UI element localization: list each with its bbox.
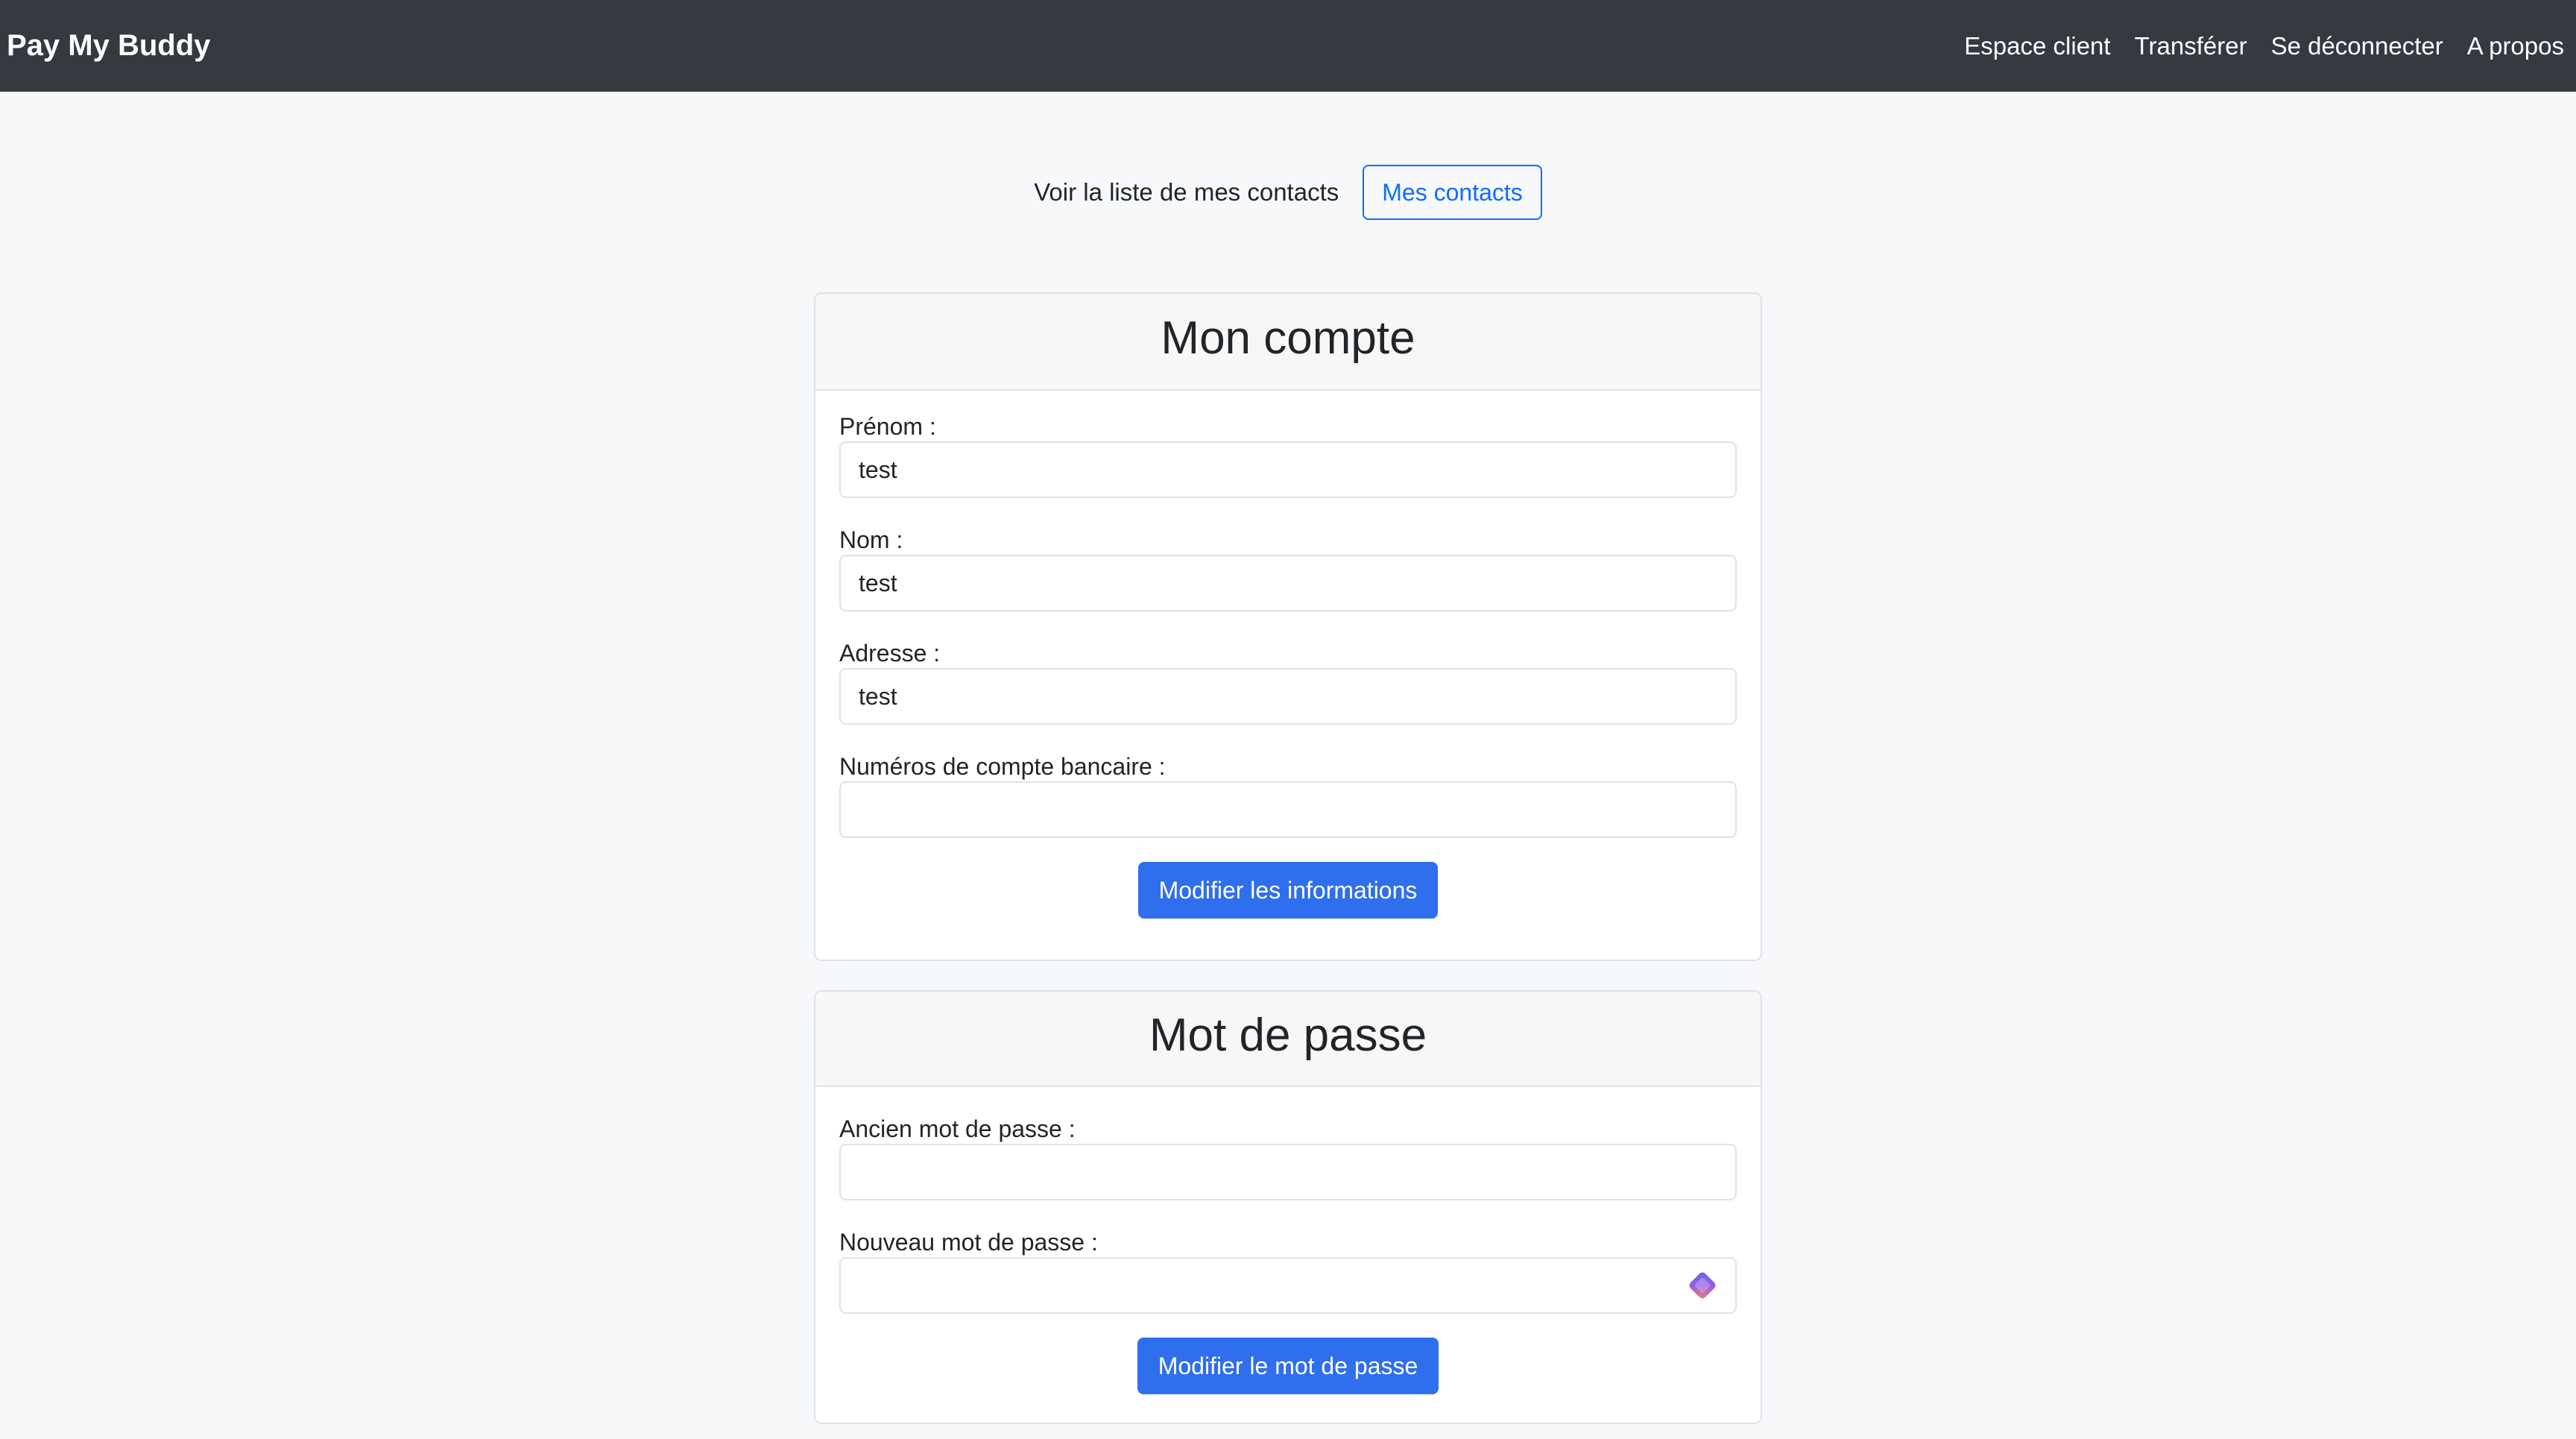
navbar: Pay My Buddy Espace client Transférer Se…: [0, 0, 2576, 92]
last-name-label: Nom :: [839, 526, 903, 553]
nav-link-a-propos[interactable]: A propos: [2467, 32, 2564, 60]
update-password-button[interactable]: Modifier le mot de passe: [1137, 1338, 1439, 1394]
password-title: Mot de passe: [1149, 1010, 1427, 1061]
password-card-body: Ancien mot de passe : Nouveau mot de pas…: [815, 1087, 1761, 1394]
old-password-input[interactable]: [839, 1144, 1737, 1200]
address-label: Adresse :: [839, 640, 941, 667]
nav-link-transferer[interactable]: Transférer: [2135, 32, 2247, 60]
contacts-text: Voir la liste de mes contacts: [1034, 178, 1339, 206]
bank-account-input[interactable]: [839, 781, 1737, 838]
bank-account-label: Numéros de compte bancaire :: [839, 753, 1166, 780]
last-name-input[interactable]: [839, 555, 1737, 611]
password-manager-icon[interactable]: [1685, 1268, 1720, 1303]
old-password-label: Ancien mot de passe :: [839, 1115, 1076, 1142]
contacts-row: Voir la liste de mes contacts Mes contac…: [0, 165, 2576, 220]
nav-link-se-deconnecter[interactable]: Se déconnecter: [2271, 32, 2443, 60]
account-card-body: Prénom : Nom : Adresse : Numéros de comp…: [815, 391, 1761, 919]
nav-link-espace-client[interactable]: Espace client: [1964, 32, 2110, 60]
password-card-header: Mot de passe: [815, 992, 1761, 1087]
nav-links: Espace client Transférer Se déconnecter …: [1964, 32, 2564, 60]
address-input[interactable]: [839, 668, 1737, 725]
new-password-label: Nouveau mot de passe :: [839, 1229, 1098, 1256]
new-password-input[interactable]: [839, 1257, 1737, 1314]
password-card: Mot de passe Ancien mot de passe : Nouve…: [814, 990, 1762, 1424]
my-contacts-button[interactable]: Mes contacts: [1363, 165, 1542, 220]
account-card-header: Mon compte: [815, 294, 1761, 391]
new-password-wrap: [839, 1257, 1737, 1314]
brand-logo-link[interactable]: Pay My Buddy: [7, 29, 210, 63]
first-name-input[interactable]: [839, 441, 1737, 498]
account-title: Mon compte: [1161, 312, 1415, 364]
account-card: Mon compte Prénom : Nom : Adresse : Numé…: [814, 292, 1762, 961]
update-info-button[interactable]: Modifier les informations: [1137, 862, 1439, 919]
first-name-label: Prénom :: [839, 413, 936, 440]
